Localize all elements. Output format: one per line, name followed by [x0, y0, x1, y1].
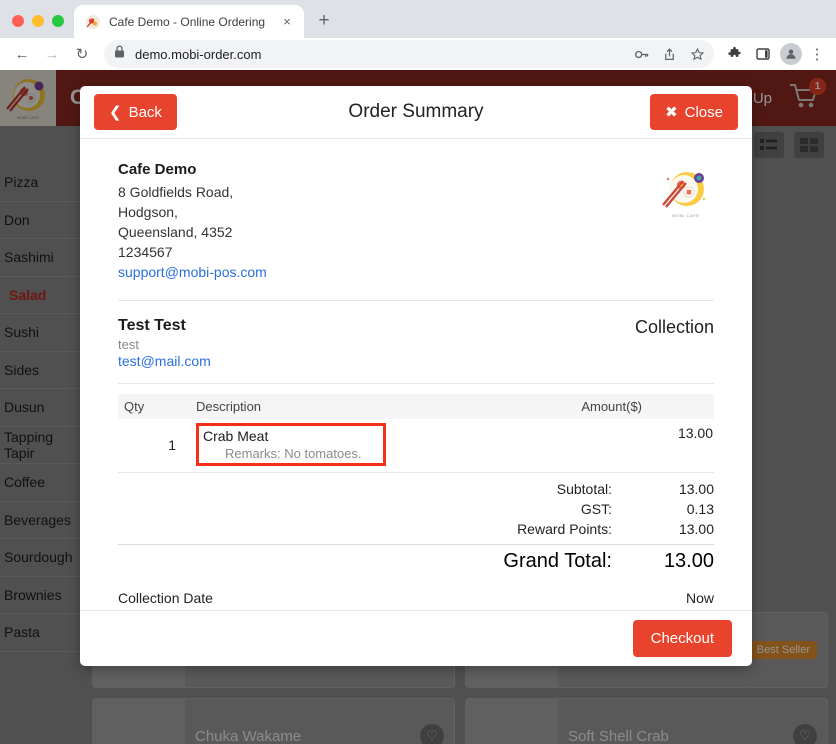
table-header-row: Qty Description Amount($)	[118, 394, 714, 419]
gst-label: GST:	[580, 501, 612, 517]
column-header-amount: Amount($)	[575, 394, 714, 419]
close-x-icon: ✖	[665, 104, 678, 121]
new-tab-button[interactable]: +	[310, 7, 338, 35]
column-header-qty: Qty	[118, 394, 190, 419]
merchant-email-link[interactable]: support@mobi-pos.com	[118, 262, 267, 282]
modal-footer: Checkout	[80, 610, 752, 666]
merchant-details: Cafe Demo 8 Goldfields Road, Hodgson, Qu…	[118, 161, 714, 301]
total-row-gst: GST: 0.13	[118, 499, 714, 519]
back-button[interactable]: ❮ Back	[94, 94, 177, 130]
browser-chrome: Cafe Demo - Online Ordering × + ← → ↻ de…	[0, 0, 836, 70]
subtotal-value: 13.00	[678, 481, 714, 497]
item-description-cell: Crab Meat Remarks: No tomatoes.	[190, 419, 575, 470]
browser-toolbar: ← → ↻ demo.mobi-order.com ⋮	[0, 38, 836, 70]
totals-section: Subtotal: 13.00 GST: 0.13 Reward Points:…	[118, 472, 714, 573]
chevron-left-icon: ❮	[109, 104, 122, 121]
reload-icon[interactable]: ↻	[68, 40, 96, 68]
customer-email-link[interactable]: test@mail.com	[118, 353, 211, 369]
close-button-label: Close	[684, 103, 723, 121]
order-items-table: Qty Description Amount($) 1 Crab Meat Re…	[118, 394, 714, 470]
merchant-name: Cafe Demo	[118, 161, 197, 178]
grand-total-label: Grand Total:	[503, 550, 612, 572]
tab-title: Cafe Demo - Online Ordering	[109, 14, 266, 29]
item-qty: 1	[168, 436, 176, 453]
browser-tab[interactable]: Cafe Demo - Online Ordering ×	[74, 5, 304, 38]
customer-details: Test Test test test@mail.com Collection	[118, 301, 714, 384]
back-icon[interactable]: ←	[8, 40, 36, 68]
lock-icon	[114, 45, 125, 63]
modal-header: ❮ Back Order Summary ✖ Close	[80, 86, 752, 139]
customer-name: Test Test	[118, 317, 186, 334]
highlighted-item-box: Crab Meat Remarks: No tomatoes.	[196, 423, 386, 466]
item-remarks: Remarks: No tomatoes.	[225, 446, 362, 461]
grand-total-row: Grand Total: 13.00	[118, 544, 714, 573]
grand-total-value: 13.00	[663, 550, 714, 572]
order-meta: Collection Date Now Payment Method Cash	[118, 587, 714, 610]
reward-points-label: Reward Points:	[517, 521, 612, 537]
collection-date-value: Now	[685, 590, 714, 606]
menu-kebab-icon[interactable]: ⋮	[806, 45, 828, 63]
address-bar[interactable]: demo.mobi-order.com	[104, 40, 714, 68]
customer-note: test	[118, 337, 139, 352]
cafe-favicon	[85, 14, 101, 30]
item-amount: 13.00	[677, 425, 713, 441]
checkout-button[interactable]: Checkout	[632, 620, 732, 657]
maximize-window-button[interactable]	[52, 15, 64, 27]
merchant-address-line-3: Queensland, 4352	[118, 224, 233, 240]
merchant-logo: MOBI CAFE	[658, 165, 714, 221]
close-icon[interactable]: ×	[279, 14, 295, 30]
key-icon[interactable]	[628, 41, 654, 67]
extensions-icon[interactable]	[722, 41, 748, 67]
merchant-address-line-1: 8 Goldfields Road,	[118, 184, 234, 200]
modal-body: Cafe Demo 8 Goldfields Road, Hodgson, Qu…	[80, 139, 752, 610]
collection-date-label: Collection Date	[118, 590, 213, 606]
total-row-reward-points: Reward Points: 13.00	[118, 519, 714, 539]
total-row-subtotal: Subtotal: 13.00	[118, 479, 714, 499]
close-button[interactable]: ✖ Close	[650, 94, 738, 130]
order-summary-modal: ❮ Back Order Summary ✖ Close Cafe Demo 8…	[80, 86, 752, 666]
item-name: Crab Meat	[203, 428, 269, 444]
gst-value: 0.13	[686, 501, 714, 517]
reward-points-value: 13.00	[678, 521, 714, 537]
omnibox-actions	[628, 41, 710, 67]
order-type: Collection	[634, 317, 714, 337]
subtotal-label: Subtotal:	[556, 481, 612, 497]
forward-icon[interactable]: →	[38, 40, 66, 68]
merchant-address-line-2: Hodgson,	[118, 204, 178, 220]
window-traffic-lights	[10, 15, 74, 38]
table-row: 1 Crab Meat Remarks: No tomatoes. 13.00	[118, 419, 714, 470]
profile-icon[interactable]	[778, 41, 804, 67]
url-text: demo.mobi-order.com	[135, 46, 262, 62]
column-header-description: Description	[190, 394, 576, 419]
svg-text:MOBI CAFE: MOBI CAFE	[672, 213, 699, 218]
share-icon[interactable]	[656, 41, 682, 67]
side-panel-icon[interactable]	[750, 41, 776, 67]
tab-strip: Cafe Demo - Online Ordering × +	[0, 0, 836, 38]
merchant-phone: 1234567	[118, 244, 173, 260]
minimize-window-button[interactable]	[32, 15, 44, 27]
close-window-button[interactable]	[12, 15, 24, 27]
star-icon[interactable]	[684, 41, 710, 67]
meta-row-collection-date: Collection Date Now	[118, 587, 714, 610]
back-button-label: Back	[128, 103, 162, 121]
